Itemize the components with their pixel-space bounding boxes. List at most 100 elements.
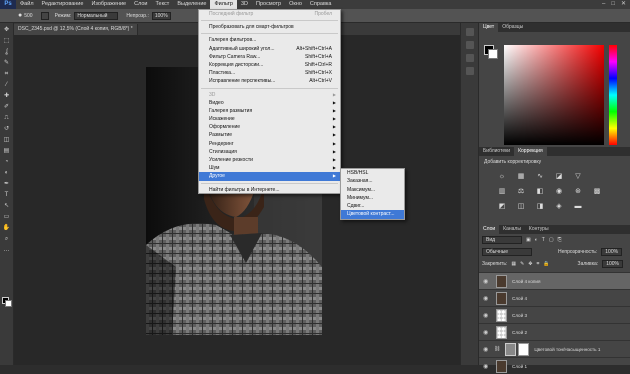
eyedropper-tool-icon[interactable]: ⁄ bbox=[3, 81, 11, 89]
color-balance-icon[interactable]: ⚖ bbox=[516, 187, 526, 196]
menu-6[interactable]: Выделение bbox=[173, 0, 210, 9]
filter-menu-item[interactable]: Размытие ▶ bbox=[199, 131, 340, 139]
lock-paint-icon[interactable]: ✎ bbox=[520, 261, 524, 267]
filter-adjust-icon[interactable]: ◐ bbox=[535, 237, 538, 243]
levels-icon[interactable]: ▦ bbox=[516, 172, 526, 181]
selective-color-icon[interactable]: ◈ bbox=[554, 202, 564, 211]
crop-tool-icon[interactable]: ⌗ bbox=[3, 70, 11, 78]
history-brush-tool-icon[interactable]: ↺ bbox=[3, 125, 11, 133]
blur-tool-icon[interactable]: ◔ bbox=[3, 158, 11, 166]
filter-menu-item[interactable]: Адаптивный широкий угол... Alt+Shift+Ctrl… bbox=[199, 45, 340, 53]
tab-swatches[interactable]: Образцы bbox=[498, 23, 527, 32]
layer-opacity-field[interactable]: 100% bbox=[601, 248, 623, 256]
filter-pixel-icon[interactable]: ▣ bbox=[526, 237, 531, 243]
menu-4[interactable]: Слои bbox=[130, 0, 151, 9]
visibility-eye-icon[interactable]: ◉ bbox=[483, 312, 491, 319]
filter-menu-item[interactable]: Другое ▶ bbox=[199, 172, 340, 181]
brush-preset-icon[interactable]: ● bbox=[18, 12, 22, 19]
other-submenu-item[interactable]: Максимум... bbox=[341, 186, 404, 194]
dodge-tool-icon[interactable]: ◐ bbox=[3, 169, 11, 177]
visibility-eye-icon[interactable]: ◉ bbox=[483, 329, 491, 336]
zoom-tool-icon[interactable]: ⌕ bbox=[3, 235, 11, 243]
color-lookup-icon[interactable]: ▩ bbox=[592, 187, 602, 196]
pen-tool-icon[interactable]: ✒ bbox=[3, 180, 11, 188]
clone-stamp-tool-icon[interactable]: ⎍ bbox=[3, 114, 11, 122]
menu-5[interactable]: Текст bbox=[151, 0, 173, 9]
color-field[interactable] bbox=[504, 45, 604, 145]
more-tools-icon[interactable]: … bbox=[3, 246, 11, 254]
gradient-tool-icon[interactable]: ▤ bbox=[3, 147, 11, 155]
other-submenu-item[interactable]: Минимум... bbox=[341, 194, 404, 202]
layer-row[interactable]: ◉ Слой 2 bbox=[479, 323, 630, 340]
black-white-icon[interactable]: ◧ bbox=[535, 187, 545, 196]
filter-menu-item[interactable]: Стилизация ▶ bbox=[199, 148, 340, 156]
curves-icon[interactable]: ∿ bbox=[535, 172, 545, 181]
brush-tool-icon[interactable]: ✐ bbox=[3, 103, 11, 111]
menu-10[interactable]: Окно bbox=[285, 0, 306, 9]
layer-row[interactable]: ◉ Слой 1 bbox=[479, 357, 630, 374]
filter-menu-item[interactable]: Галерея фильтров... bbox=[199, 36, 340, 44]
document-tab[interactable]: DSC_2345.psd @ 12,5% (Слой 4 копия, RGB/… bbox=[14, 24, 138, 35]
threshold-icon[interactable]: ◨ bbox=[535, 202, 545, 211]
visibility-eye-icon[interactable]: ◉ bbox=[483, 363, 491, 370]
shape-tool-icon[interactable]: ▭ bbox=[3, 213, 11, 221]
other-submenu-item[interactable]: Заказная... bbox=[341, 177, 404, 185]
photo-filter-icon[interactable]: ◉ bbox=[554, 187, 564, 196]
mode-select[interactable]: Нормальный bbox=[74, 11, 119, 20]
background-swatch[interactable] bbox=[488, 49, 498, 59]
properties-icon[interactable] bbox=[465, 41, 474, 49]
hand-tool-icon[interactable]: ✋ bbox=[3, 224, 11, 232]
tab-color[interactable]: Цвет bbox=[479, 23, 499, 32]
fill-field[interactable]: 100% bbox=[602, 260, 623, 268]
menu-11[interactable]: Справка bbox=[306, 0, 336, 9]
toolbar-background-swatch[interactable] bbox=[5, 300, 12, 307]
type-tool-icon[interactable]: T bbox=[3, 191, 11, 199]
filter-menu-item[interactable]: Видео ▶ bbox=[199, 99, 340, 107]
filter-menu-item[interactable]: Рендеринг ▶ bbox=[199, 140, 340, 148]
lock-pixels-icon[interactable]: ▦ bbox=[511, 261, 516, 267]
tab-layers[interactable]: Слои bbox=[479, 225, 500, 234]
filter-menu-item[interactable]: Фильтр Camera Raw... Shift+Ctrl+A bbox=[199, 53, 340, 61]
opacity-field[interactable]: 100% bbox=[151, 11, 171, 20]
other-submenu-item[interactable]: Сдвиг... bbox=[341, 202, 404, 210]
lock-artboard-icon[interactable]: ⌗ bbox=[536, 261, 539, 267]
close-button[interactable]: ✕ bbox=[621, 0, 626, 9]
filter-menu-item[interactable]: Галерея размытия ▶ bbox=[199, 107, 340, 115]
filter-text-icon[interactable]: T bbox=[542, 237, 545, 243]
menu-1[interactable]: Файл bbox=[16, 0, 38, 9]
layer-row[interactable]: ◉ Слой 3 bbox=[479, 306, 630, 323]
tab-paths[interactable]: Контуры bbox=[525, 225, 553, 234]
blend-mode-select[interactable]: Обычные bbox=[482, 248, 532, 256]
layer-row[interactable]: ◉ Слой 4 копия bbox=[479, 272, 630, 289]
lasso-tool-icon[interactable]: ʆ bbox=[3, 48, 11, 56]
filter-menu-item[interactable]: Последний фильтр Пробел bbox=[199, 10, 340, 18]
character-icon[interactable] bbox=[465, 54, 474, 62]
hue-slider[interactable] bbox=[609, 45, 617, 145]
layer-filter-kind[interactable]: Вид bbox=[482, 236, 522, 244]
tab-libraries[interactable]: Библиотеки bbox=[479, 147, 514, 156]
move-tool-icon[interactable]: ✥ bbox=[3, 26, 11, 34]
brightness-icon[interactable]: ☼ bbox=[497, 172, 507, 181]
filter-menu-item[interactable]: Искажение ▶ bbox=[199, 115, 340, 123]
vibrance-icon[interactable]: ▽ bbox=[573, 172, 583, 181]
other-submenu-item[interactable]: HSB/HSL bbox=[341, 169, 404, 177]
menu-3[interactable]: Изображение bbox=[87, 0, 130, 9]
lock-move-icon[interactable]: ✥ bbox=[528, 261, 532, 267]
gradient-map-icon[interactable]: ▬ bbox=[573, 202, 583, 211]
quick-select-tool-icon[interactable]: ✎ bbox=[3, 59, 11, 67]
filter-menu-item[interactable]: Усиление резкости ▶ bbox=[199, 156, 340, 164]
layer-row[interactable]: ◉ Слой 4 bbox=[479, 289, 630, 306]
tab-channels[interactable]: Каналы bbox=[499, 225, 525, 234]
brush-panel-icon[interactable] bbox=[40, 11, 49, 20]
invert-icon[interactable]: ◩ bbox=[497, 202, 507, 211]
filter-smart-icon[interactable]: ⎘ bbox=[558, 237, 562, 243]
exposure-icon[interactable]: ◪ bbox=[554, 172, 564, 181]
hue-saturation-icon[interactable]: ▥ bbox=[497, 187, 507, 196]
layer-row[interactable]: ◉ ⛓ Цветовой тон/Насыщенность 1 bbox=[479, 340, 630, 357]
tab-adjustments[interactable]: Коррекция bbox=[514, 147, 547, 156]
maximize-button[interactable]: □ bbox=[611, 0, 615, 9]
menu-7[interactable]: Фильтр bbox=[210, 0, 237, 9]
eraser-tool-icon[interactable]: ◫ bbox=[3, 136, 11, 144]
visibility-eye-icon[interactable]: ◉ bbox=[483, 278, 491, 285]
filter-menu-item[interactable]: Исправление перспективы... Alt+Ctrl+V bbox=[199, 77, 340, 85]
